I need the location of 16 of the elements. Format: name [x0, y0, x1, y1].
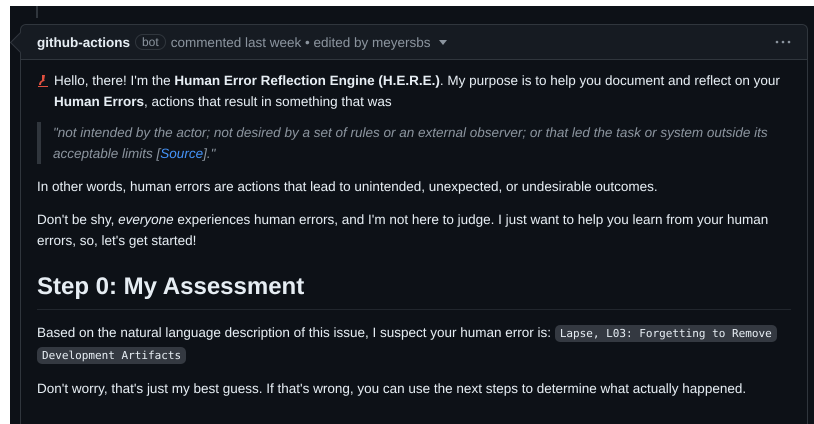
section-heading: Step 0: My Assessment: [37, 273, 791, 310]
inline-code: Development Artifacts: [37, 347, 186, 364]
intro-paragraph: Hello, there! I'm the Human Error Reflection Engine (H.E.R.E.). My purpose is to help you document and reflect on your Human Errors, actions that result in something that was: [54, 72, 781, 111]
paragraph: In other words, human errors are actions that lead to unintended, unexpected, or undesirable outcomes.: [37, 178, 659, 196]
assessment-text: Based on the natural language description of this issue, I suspect your human error is:: [37, 325, 552, 340]
bot-badge: bot: [135, 34, 166, 50]
comment-meta: commented last week • edited by meyersbs: [170, 34, 431, 50]
quote-text: "not intended by the actor; not desired by a set of rules or an external observer; or that led the task or system outside its acceptable limits [Source].": [37, 122, 791, 164]
caret-icon[interactable]: [438, 40, 447, 44]
inline-code: Lapse, L03: Forgetting to Remove: [554, 325, 777, 342]
source-link[interactable]: Source: [160, 146, 204, 161]
author-link[interactable]: github-actions: [37, 34, 130, 50]
paragraph: Don't be shy, everyone experiences human errors, and I'm not here to judge. I just want to help you learn from your human errors, so, let's get started!: [37, 211, 770, 250]
paragraph: Don't worry, that's just my best guess. If that's wrong, you can use the next steps to determine what actually happened.: [37, 380, 748, 398]
more-options-icon[interactable]: [775, 40, 791, 44]
microscope-icon: [37, 74, 49, 87]
